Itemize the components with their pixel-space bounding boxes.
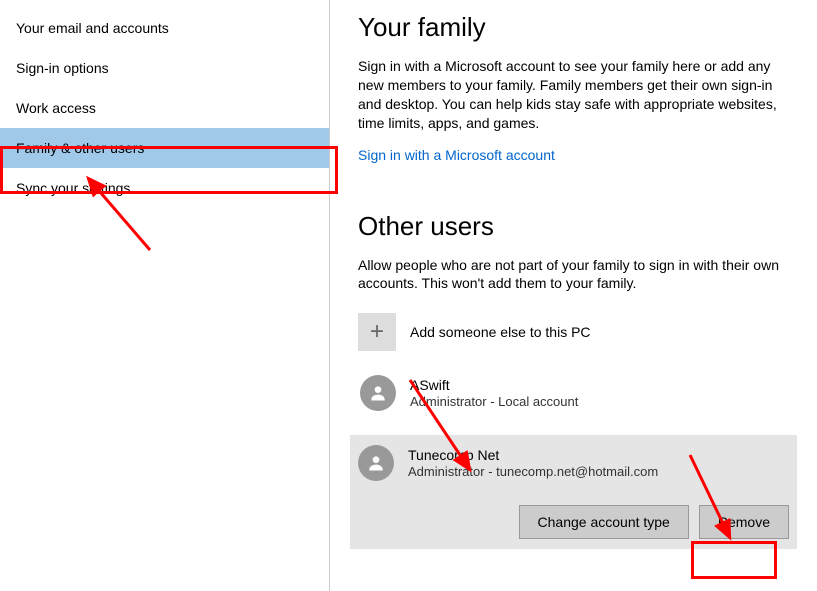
sidebar-item-label: Sign-in options (16, 60, 109, 76)
sidebar-item-family-other-users[interactable]: Family & other users (0, 128, 329, 168)
user-subtext: Administrator - Local account (410, 394, 578, 411)
other-users-title: Other users (358, 211, 789, 242)
sidebar-item-label: Family & other users (16, 140, 144, 156)
sidebar-item-label: Work access (16, 100, 96, 116)
user-name: Tunecomp Net (408, 446, 658, 464)
family-title: Your family (358, 12, 789, 43)
avatar-icon (358, 445, 394, 481)
user-row-selected[interactable]: Tunecomp Net Administrator - tunecomp.ne… (350, 435, 797, 549)
sidebar-item-label: Sync your settings (16, 180, 130, 196)
add-user-button[interactable]: + Add someone else to this PC (358, 313, 789, 351)
change-account-type-button[interactable]: Change account type (519, 505, 689, 539)
user-name: ASwift (410, 376, 578, 394)
avatar-icon (360, 375, 396, 411)
sidebar-item-email-accounts[interactable]: Your email and accounts (0, 8, 329, 48)
sidebar: Your email and accounts Sign-in options … (0, 0, 330, 591)
sidebar-item-signin-options[interactable]: Sign-in options (0, 48, 329, 88)
family-description: Sign in with a Microsoft account to see … (358, 57, 789, 133)
plus-icon: + (358, 313, 396, 351)
sidebar-item-label: Your email and accounts (16, 20, 169, 36)
add-user-label: Add someone else to this PC (410, 324, 591, 340)
user-row[interactable]: ASwift Administrator - Local account (358, 369, 789, 417)
sidebar-item-sync-settings[interactable]: Sync your settings (0, 168, 329, 208)
main-content: Your family Sign in with a Microsoft acc… (330, 0, 817, 591)
sidebar-item-work-access[interactable]: Work access (0, 88, 329, 128)
remove-button[interactable]: Remove (699, 505, 789, 539)
user-subtext: Administrator - tunecomp.net@hotmail.com (408, 464, 658, 481)
signin-microsoft-link[interactable]: Sign in with a Microsoft account (358, 147, 789, 163)
other-users-description: Allow people who are not part of your fa… (358, 256, 789, 294)
